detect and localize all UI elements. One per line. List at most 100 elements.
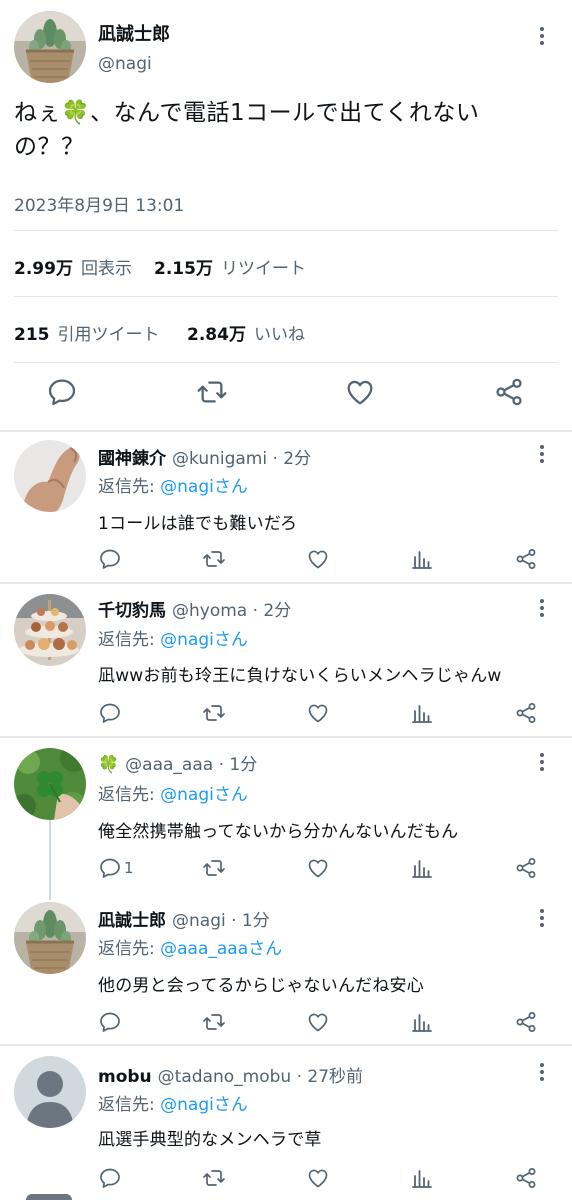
replying-to-prefix: 返信先: [98, 785, 155, 805]
replying-to-link[interactable]: @aaa_aaaさん [160, 939, 282, 959]
replying-to-link[interactable]: @nagiさん [160, 785, 248, 805]
analytics-icon[interactable] [410, 1166, 434, 1190]
views-count: 2.99万 [14, 259, 73, 279]
replying-to-link[interactable]: @nagiさん [160, 630, 248, 650]
reply-author-name[interactable]: mobu [98, 1067, 152, 1087]
reply-icon[interactable] [98, 1010, 122, 1034]
analytics-icon[interactable] [410, 1010, 434, 1034]
retweet-icon[interactable] [202, 1010, 226, 1034]
share-icon[interactable] [514, 1166, 538, 1190]
retweet-icon[interactable] [196, 376, 228, 408]
tweet-text: ねぇ🍀、なんで電話1コールで出てくれない の？？ [14, 96, 544, 164]
avatar-nagi[interactable] [14, 902, 86, 974]
quotes-count: 215 [14, 325, 50, 345]
replying-to: 返信先: @nagiさん [98, 472, 248, 497]
more-icon[interactable] [532, 750, 552, 774]
reply-text: 凪wwお前も玲王に負けないくらいメンヘラじゃんw [98, 666, 502, 686]
reply-header: 凪誠士郎 @nagi · 1分 [98, 906, 270, 931]
like-icon[interactable] [344, 376, 376, 408]
share-icon[interactable] [514, 701, 538, 725]
avatar-clover[interactable] [14, 748, 86, 820]
replying-to-link[interactable]: @nagiさん [160, 1095, 248, 1115]
reply-tweet[interactable]: 國神錬介 @kunigami · 2分 返信先: @nagiさん 1コールは誰でも… [0, 432, 572, 582]
replying-to-link[interactable]: @nagiさん [160, 477, 248, 497]
reply-header: 千切豹馬 @hyoma · 2分 [98, 596, 291, 621]
reply-icon[interactable] [98, 701, 122, 725]
likes-label: いいね [253, 325, 305, 345]
replying-to: 返信先: @nagiさん [98, 780, 248, 805]
like-icon[interactable] [306, 856, 330, 880]
like-icon[interactable] [306, 1166, 330, 1190]
next-avatar-peek [26, 1194, 72, 1200]
retweet-icon[interactable] [202, 856, 226, 880]
more-icon[interactable] [532, 906, 552, 930]
reply-icon[interactable] [98, 856, 122, 880]
reply-author-handle[interactable]: @tadano_mobu [158, 1067, 292, 1087]
analytics-icon[interactable] [410, 856, 434, 880]
reply-time: · 27秒前 [296, 1067, 364, 1087]
author-name[interactable]: 凪誠士郎 [98, 20, 170, 46]
reply-author-handle[interactable]: @kunigami [172, 449, 267, 469]
share-icon[interactable] [514, 1010, 538, 1034]
cactus-avatar-image [14, 902, 86, 974]
replying-to-prefix: 返信先: [98, 1095, 155, 1115]
avatar-kunigami[interactable] [14, 440, 86, 512]
reply-header: 國神錬介 @kunigami · 2分 [98, 444, 311, 469]
divider [14, 230, 558, 231]
reply-actions [96, 547, 556, 573]
avatar-default[interactable] [14, 1056, 86, 1128]
replying-to: 返信先: @aaa_aaaさん [98, 934, 282, 959]
more-icon[interactable] [532, 24, 552, 48]
analytics-icon[interactable] [410, 547, 434, 571]
reply-text: 俺全然携帯触ってないから分かんないんだもん [98, 822, 459, 842]
tweet-timestamp[interactable]: 2023年8月9日 13:01 [14, 191, 184, 216]
reply-tweet[interactable]: 凪誠士郎 @nagi · 1分 返信先: @aaa_aaaさん 他の男と会ってるか… [0, 892, 572, 1044]
reply-time: · 2分 [252, 601, 292, 621]
arm-avatar-image [14, 440, 86, 512]
reply-tweet[interactable]: 千切豹馬 @hyoma · 2分 返信先: @nagiさん 凪wwお前も玲王に負け… [0, 584, 572, 736]
retweets-label: リツイート [220, 259, 306, 279]
share-icon[interactable] [514, 547, 538, 571]
more-icon[interactable] [532, 1060, 552, 1084]
reply-icon[interactable] [98, 1166, 122, 1190]
reply-text: 他の男と会ってるからじゃないんだね安心 [98, 976, 424, 996]
reply-author-name[interactable]: 🍀 [98, 755, 119, 775]
retweet-icon[interactable] [202, 547, 226, 571]
likes-count: 2.84万 [187, 325, 246, 345]
more-icon[interactable] [532, 442, 552, 466]
reply-tweet[interactable]: mobu @tadano_mobu · 27秒前 返信先: @nagiさん 凪選手… [0, 1046, 572, 1200]
retweet-icon[interactable] [202, 1166, 226, 1190]
avatar-nagi[interactable] [14, 11, 86, 83]
author-handle[interactable]: @nagi [98, 54, 152, 74]
like-icon[interactable] [306, 547, 330, 571]
reply-author-handle[interactable]: @aaa_aaa [125, 755, 213, 775]
reply-author-name[interactable]: 國神錬介 [98, 449, 166, 469]
like-icon[interactable] [306, 701, 330, 725]
analytics-icon[interactable] [410, 701, 434, 725]
reply-author-handle[interactable]: @nagi [172, 911, 226, 931]
like-icon[interactable] [306, 1010, 330, 1034]
share-icon[interactable] [514, 856, 538, 880]
retweets-stat[interactable]: 2.15万 リツイート [154, 254, 306, 279]
tweet-text-line: の？？ [14, 134, 85, 160]
reply-time: · 1分 [218, 755, 258, 775]
reply-icon[interactable] [98, 547, 122, 571]
retweets-count: 2.15万 [154, 259, 213, 279]
reply-tweet[interactable]: 🍀 @aaa_aaa · 1分 返信先: @nagiさん 俺全然携帯触ってないから… [0, 738, 572, 900]
likes-stat[interactable]: 2.84万 いいね [187, 320, 305, 345]
divider [14, 362, 558, 363]
reply-actions [96, 1010, 556, 1036]
avatar-hyoma[interactable] [14, 594, 86, 666]
reply-author-name[interactable]: 千切豹馬 [98, 601, 166, 621]
retweet-icon[interactable] [202, 701, 226, 725]
more-icon[interactable] [532, 596, 552, 620]
reply-actions [96, 701, 556, 727]
replying-to-prefix: 返信先: [98, 477, 155, 497]
share-icon[interactable] [493, 376, 525, 408]
reply-author-name[interactable]: 凪誠士郎 [98, 911, 166, 931]
tweet-text-line: ねぇ🍀、なんで電話1コールで出てくれない [14, 100, 480, 126]
quotes-stat[interactable]: 215 引用ツイート [14, 320, 160, 345]
reply-author-handle[interactable]: @hyoma [172, 601, 247, 621]
reply-text: 凪選手典型的なメンヘラで草 [98, 1130, 322, 1150]
reply-icon[interactable] [46, 376, 78, 408]
